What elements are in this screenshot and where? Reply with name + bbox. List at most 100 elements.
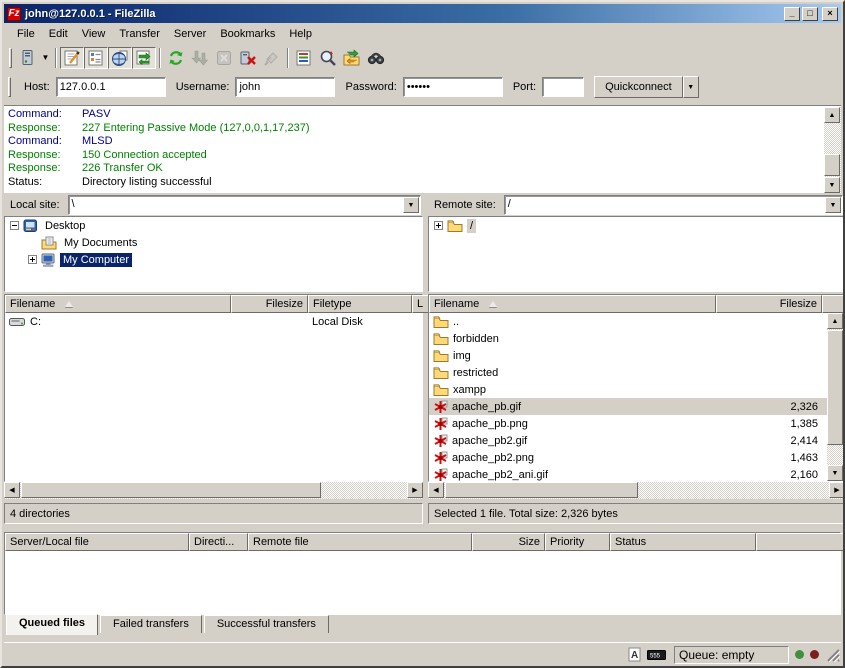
local-site-combo[interactable]: \ ▼ [68, 195, 421, 215]
remote-h-scrollbar[interactable]: ◀ ▶ [428, 482, 845, 499]
username-input[interactable] [235, 77, 335, 97]
remote-v-scrollbar[interactable]: ▲ ▼ [827, 313, 844, 481]
local-h-scrollbar[interactable]: ◀ ▶ [4, 482, 423, 499]
menu-item-bookmarks[interactable]: Bookmarks [213, 26, 282, 42]
toggle-queue-icon[interactable] [132, 47, 156, 69]
disconnect-icon[interactable] [236, 47, 260, 69]
local-directory-tree: DesktopMy DocumentsMy Computer [4, 216, 423, 292]
log-scrollbar-thumb[interactable] [824, 154, 840, 176]
scroll-right-icon[interactable]: ▶ [829, 482, 845, 498]
column-header-size[interactable]: Size [472, 533, 545, 551]
remote-h-thumb[interactable] [445, 482, 638, 498]
process-queue-icon[interactable] [188, 47, 212, 69]
remote-file-row[interactable]: forbidden [429, 330, 827, 347]
toggle-message-log-icon[interactable] [60, 47, 84, 69]
svg-text:555: 555 [650, 653, 661, 659]
scroll-down-icon[interactable]: ▼ [827, 465, 843, 481]
quickconnect-dropdown[interactable]: ▼ [683, 76, 699, 98]
chevron-down-icon[interactable]: ▼ [825, 197, 841, 213]
log-line: Command:MLSD [4, 135, 823, 149]
expander-plus-icon[interactable] [434, 221, 443, 230]
remote-file-row[interactable]: apache_pb2.gif2,414 [429, 432, 827, 449]
scroll-left-icon[interactable]: ◀ [4, 482, 20, 498]
local-h-thumb[interactable] [21, 482, 321, 498]
scroll-left-icon[interactable]: ◀ [428, 482, 444, 498]
column-header-filename[interactable]: Filename [5, 295, 231, 313]
refresh-icon[interactable] [164, 47, 188, 69]
site-manager-icon[interactable] [15, 47, 39, 69]
remote-site-value: / [508, 198, 511, 210]
column-header-priority[interactable]: Priority [545, 533, 610, 551]
find-files-icon[interactable] [364, 47, 388, 69]
remote-file-row[interactable]: .. [429, 313, 827, 330]
file-name: forbidden [453, 333, 499, 345]
remote-file-row[interactable]: img [429, 347, 827, 364]
site-manager-dropdown[interactable]: ▼ [39, 47, 52, 69]
toggle-remote-tree-icon[interactable] [108, 47, 132, 69]
menu-item-file[interactable]: File [10, 26, 42, 42]
tree-item-my-computer[interactable]: My Computer [5, 251, 422, 268]
scroll-up-icon[interactable]: ▲ [824, 107, 840, 123]
menu-item-server[interactable]: Server [167, 26, 213, 42]
tree-item--[interactable]: / [429, 217, 844, 234]
file-name: apache_pb2.png [452, 452, 534, 464]
column-header-status[interactable]: Status [610, 533, 756, 551]
chevron-down-icon[interactable]: ▼ [403, 197, 419, 213]
quickconnect-button[interactable]: Quickconnect [594, 76, 683, 98]
column-header-server-local-file[interactable]: Server/Local file [5, 533, 189, 551]
expander-minus-icon[interactable] [10, 221, 19, 230]
menu-item-view[interactable]: View [75, 26, 113, 42]
reconnect-icon[interactable] [260, 47, 284, 69]
scroll-down-icon[interactable]: ▼ [824, 177, 840, 193]
local-file-row[interactable]: C:Local Disk [5, 313, 422, 330]
directory-filter-icon[interactable] [292, 47, 316, 69]
remote-file-row[interactable]: apache_pb.png1,385 [429, 415, 827, 432]
tab-queued-files[interactable]: Queued files [6, 614, 98, 635]
column-header-filetype[interactable]: Filetype [308, 295, 412, 313]
remote-file-row[interactable]: apache_pb2.png1,463 [429, 449, 827, 466]
remote-file-row[interactable]: xampp [429, 381, 827, 398]
remote-v-thumb[interactable] [827, 330, 843, 445]
tab-failed-transfers[interactable]: Failed transfers [100, 615, 202, 633]
resize-grip[interactable] [825, 647, 840, 662]
column-header-filler [756, 533, 845, 551]
cancel-operation-icon[interactable] [212, 47, 236, 69]
tree-item-desktop[interactable]: Desktop [5, 217, 422, 234]
tab-successful-transfers[interactable]: Successful transfers [204, 615, 329, 633]
filezilla-logo-icon: Fz [7, 7, 21, 21]
remote-file-row[interactable]: apache_pb.gif2,326 [429, 398, 827, 415]
close-button[interactable]: × [822, 7, 838, 21]
remote-file-row[interactable]: restricted [429, 364, 827, 381]
port-input[interactable] [542, 77, 584, 97]
folder-icon [447, 219, 463, 232]
column-header-filesize[interactable]: Filesize [716, 295, 822, 313]
directory-comparison-icon[interactable] [316, 47, 340, 69]
scroll-right-icon[interactable]: ▶ [407, 482, 423, 498]
minimize-button[interactable]: _ [784, 7, 800, 21]
tree-item-my-documents[interactable]: My Documents [5, 234, 422, 251]
menu-item-edit[interactable]: Edit [42, 26, 75, 42]
quickconnect-grip[interactable] [8, 77, 11, 97]
log-line-text: 226 Transfer OK [82, 162, 163, 176]
title-bar[interactable]: Fz john@127.0.0.1 - FileZilla _ □ × [4, 4, 841, 23]
column-header-directi-[interactable]: Directi... [189, 533, 248, 551]
log-scrollbar[interactable]: ▲ ▼ [824, 107, 841, 193]
maximize-button[interactable]: □ [802, 7, 818, 21]
column-header-remote-file[interactable]: Remote file [248, 533, 472, 551]
password-input[interactable] [403, 77, 503, 97]
remote-file-row[interactable]: apache_pb2_ani.gif2,160 [429, 466, 827, 481]
column-header-filename[interactable]: Filename [429, 295, 716, 313]
toggle-local-tree-icon[interactable] [84, 47, 108, 69]
file-name: img [453, 350, 471, 362]
synchronized-browsing-icon[interactable] [340, 47, 364, 69]
toolbar-grip[interactable] [9, 48, 12, 68]
column-header-filesize[interactable]: Filesize [231, 295, 308, 313]
remote-site-combo[interactable]: / ▼ [504, 195, 843, 215]
host-input[interactable] [56, 77, 166, 97]
menu-item-help[interactable]: Help [282, 26, 319, 42]
menu-item-transfer[interactable]: Transfer [112, 26, 167, 42]
expander-plus-icon[interactable] [28, 255, 37, 264]
file-size [716, 381, 822, 398]
column-header-label: Filetype [313, 298, 352, 310]
scroll-up-icon[interactable]: ▲ [827, 313, 843, 329]
